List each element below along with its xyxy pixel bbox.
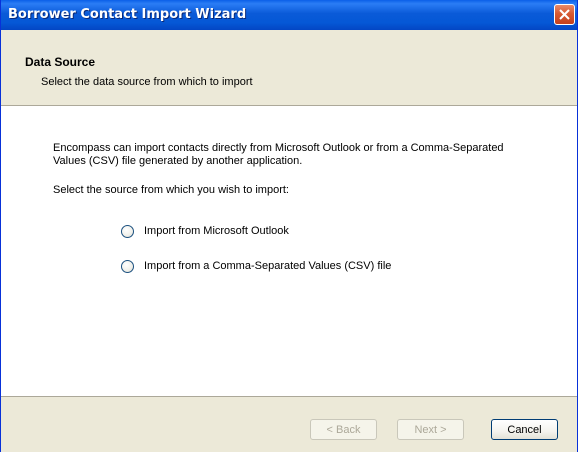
close-icon — [559, 9, 570, 20]
description-text: Encompass can import contacts directly f… — [53, 142, 504, 167]
cancel-button[interactable]: Cancel — [491, 419, 558, 440]
title-bar[interactable]: Borrower Contact Import Wizard — [1, 0, 577, 30]
page-subtitle: Select the data source from which to imp… — [41, 76, 253, 88]
outlook-radio-label[interactable]: Import from Microsoft Outlook — [144, 225, 289, 237]
back-button[interactable]: < Back — [310, 419, 377, 440]
wizard-window: Borrower Contact Import Wizard Data Sour… — [0, 0, 578, 452]
close-button[interactable] — [554, 4, 575, 25]
page-title: Data Source — [25, 55, 96, 69]
csv-radio[interactable] — [121, 259, 134, 273]
wizard-content: Encompass can import contacts directly f… — [1, 106, 577, 396]
wizard-header: Data Source Select the data source from … — [1, 30, 577, 106]
option-outlook[interactable]: Import from Microsoft Outlook — [121, 223, 289, 239]
window-title: Borrower Contact Import Wizard — [8, 7, 247, 22]
wizard-footer: < Back Next > Cancel — [1, 396, 577, 452]
option-csv[interactable]: Import from a Comma-Separated Values (CS… — [121, 258, 391, 274]
source-prompt: Select the source from which you wish to… — [53, 184, 289, 196]
next-button[interactable]: Next > — [397, 419, 464, 440]
outlook-radio[interactable] — [121, 224, 134, 238]
csv-radio-label[interactable]: Import from a Comma-Separated Values (CS… — [144, 260, 391, 272]
